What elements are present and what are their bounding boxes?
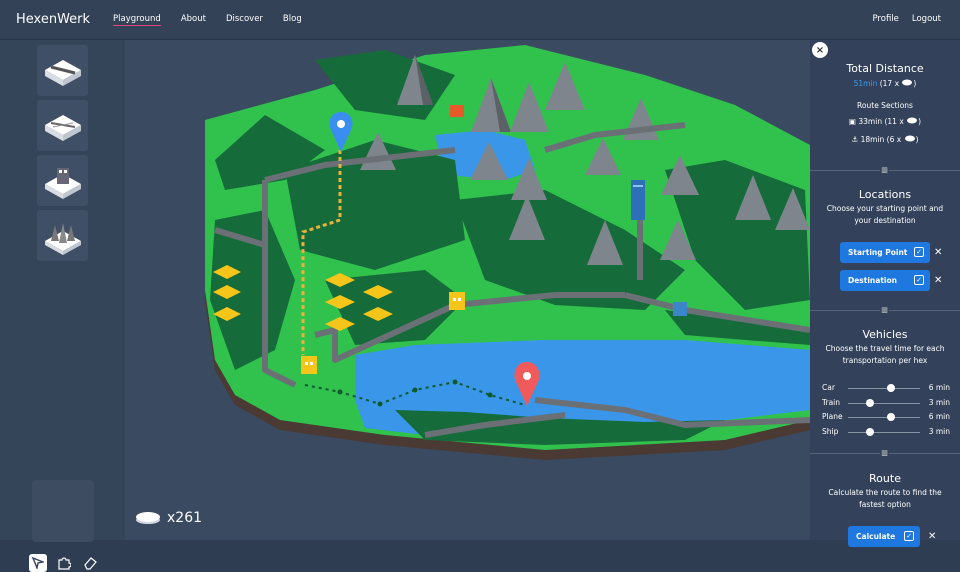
nav-playground[interactable]: Playground xyxy=(113,14,161,26)
coin-counter: x261 xyxy=(135,510,202,526)
slider-knob[interactable] xyxy=(887,384,896,392)
locations-title: Locations xyxy=(858,188,912,201)
clear-start-icon[interactable]: ✕ xyxy=(934,247,942,258)
coin-count: x261 xyxy=(167,510,203,526)
total-distance-section: Total Distance 51min (17 x ) Route Secti… xyxy=(810,62,960,146)
hex-tile-icon xyxy=(907,117,918,124)
check-icon: ✓ xyxy=(914,275,924,285)
section-train: ▣ 33min (11 x ) xyxy=(848,117,922,126)
total-title: Total Distance xyxy=(846,62,924,75)
slider-track[interactable] xyxy=(848,417,920,418)
vehicles-title: Vehicles xyxy=(862,328,908,341)
hex-tile-icon xyxy=(902,79,913,86)
nav-about[interactable]: About xyxy=(181,14,206,26)
section-ship: ⚓ 18min (6 x ) xyxy=(851,135,919,144)
drag-handle-icon[interactable]: ▥ xyxy=(880,166,889,174)
town-tile-button[interactable] xyxy=(37,155,88,206)
cancel-route-icon[interactable]: ✕ xyxy=(928,531,936,542)
vehicle-time: 6 min xyxy=(928,412,950,421)
road-tile-button[interactable] xyxy=(37,45,88,96)
nav-blog[interactable]: Blog xyxy=(283,14,302,26)
cursor-tool[interactable] xyxy=(29,554,47,572)
tile-palette xyxy=(0,40,125,572)
nav-logout[interactable]: Logout xyxy=(912,14,941,24)
drag-handle-icon[interactable]: ▥ xyxy=(880,306,889,314)
locations-section: Locations Choose your starting point and… xyxy=(810,188,960,227)
slider-knob[interactable] xyxy=(865,398,874,407)
vehicle-row-train: Train 3 min xyxy=(822,398,952,408)
top-navbar: HexenWerk Playground About Discover Blog… xyxy=(0,0,960,40)
rail-tile-button[interactable] xyxy=(37,100,88,151)
hex-map-canvas[interactable]: x261 xyxy=(125,40,810,540)
cursor-icon xyxy=(32,557,44,569)
puzzle-tool[interactable] xyxy=(55,554,73,572)
locations-desc: Choose your starting point and your dest… xyxy=(826,204,944,225)
vehicles-section: Vehicles Choose the travel time for each… xyxy=(810,328,960,367)
main-nav: Playground About Discover Blog xyxy=(113,14,322,26)
close-panel-button[interactable]: × xyxy=(812,42,828,58)
puzzle-icon xyxy=(58,557,71,570)
slider-knob[interactable] xyxy=(887,413,896,421)
vehicle-label: Car xyxy=(822,383,835,392)
vehicle-row-ship: Ship 3 min xyxy=(822,427,952,437)
train-icon: ▣ xyxy=(848,117,856,126)
total-hex-count: (17 x xyxy=(879,79,900,88)
user-nav: Profile Logout xyxy=(872,14,941,24)
calculate-button[interactable]: Calculate ✓ xyxy=(848,526,920,547)
nav-discover[interactable]: Discover xyxy=(226,14,263,26)
destination-button[interactable]: Destination ✓ xyxy=(840,270,930,291)
nav-profile[interactable]: Profile xyxy=(872,14,898,24)
drag-handle-icon[interactable]: ▥ xyxy=(880,449,889,457)
vehicle-time: 3 min xyxy=(928,426,950,436)
slider-track[interactable] xyxy=(848,431,920,433)
ship-icon: ⚓ xyxy=(851,135,859,144)
road-tile-icon xyxy=(44,59,81,86)
clear-destination-icon[interactable]: ✕ xyxy=(934,275,942,286)
eraser-icon xyxy=(84,557,97,570)
town-tile-icon xyxy=(44,167,81,199)
vehicle-label: Ship xyxy=(822,426,839,436)
vehicle-label: Plane xyxy=(822,412,843,421)
starting-point-button[interactable]: Starting Point ✓ xyxy=(840,242,930,263)
route-title: Route xyxy=(869,472,901,485)
eraser-tool[interactable] xyxy=(81,554,99,572)
route-section: Route Calculate the route to find the fa… xyxy=(810,472,960,511)
route-panel: × Total Distance 51min (17 x ) Route Sec… xyxy=(810,40,960,547)
hex-tile-icon xyxy=(904,135,915,142)
sections-title: Route Sections xyxy=(857,101,913,110)
vehicle-time: 6 min xyxy=(928,383,950,392)
hex-map[interactable] xyxy=(125,40,810,540)
vehicles-desc: Choose the travel time for each transpor… xyxy=(825,344,945,365)
slider-knob[interactable] xyxy=(865,427,874,436)
coin-stack-icon xyxy=(136,512,160,524)
check-icon: ✓ xyxy=(914,247,924,257)
slider-track[interactable] xyxy=(848,402,920,404)
minimap[interactable] xyxy=(32,480,94,542)
vehicle-row-plane: Plane 6 min xyxy=(822,412,952,422)
mountain-tile-button[interactable] xyxy=(37,210,88,261)
slider-track[interactable] xyxy=(848,388,920,389)
rail-tile-icon xyxy=(44,114,81,141)
total-time: 51min xyxy=(853,79,878,88)
route-desc: Calculate the route to find the fastest … xyxy=(828,488,942,509)
vehicle-row-car: Car 6 min xyxy=(822,383,952,393)
vehicle-label: Train xyxy=(822,397,840,407)
brand-logo[interactable]: HexenWerk xyxy=(16,12,90,27)
vehicle-time: 3 min xyxy=(928,397,950,407)
mountain-tile-icon xyxy=(44,222,81,255)
toolbar xyxy=(29,554,99,572)
